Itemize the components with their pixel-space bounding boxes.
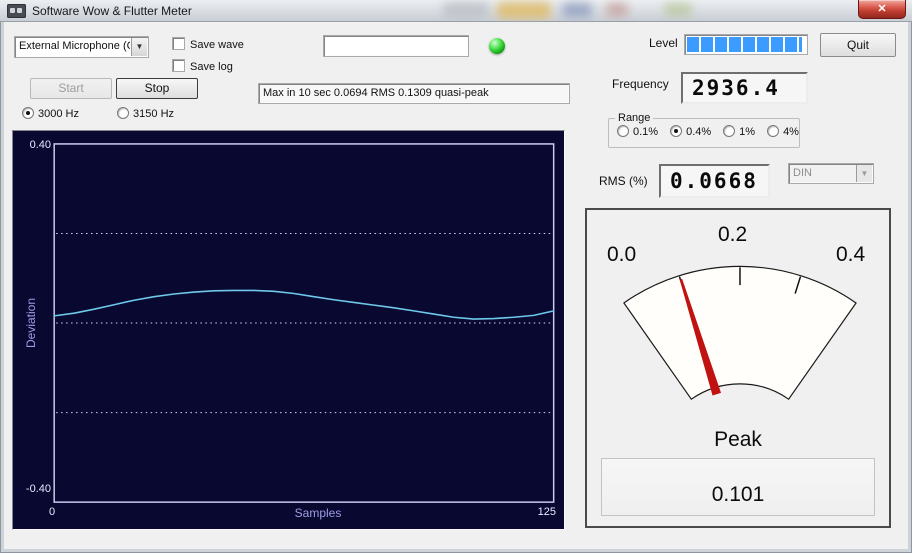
range-1-label: 1%: [739, 126, 756, 138]
rms-label: RMS (%): [599, 174, 648, 188]
radio-dot[interactable]: [117, 107, 130, 119]
meter-scale-max: 0.4: [836, 243, 866, 266]
range-0.1-label: 0.1%: [633, 126, 659, 138]
meter-scale-mid: 0.2: [718, 223, 748, 246]
radio-dot[interactable]: [670, 125, 683, 137]
level-label: Level: [649, 36, 678, 50]
range-4-label: 4%: [783, 126, 799, 138]
x-axis-max-tick: 125: [537, 506, 556, 518]
radio-dot[interactable]: [767, 125, 780, 137]
save-wave-checkbox[interactable]: Save wave: [172, 37, 244, 51]
chevron-down-icon[interactable]: ▼: [131, 38, 147, 56]
weighting-value: DIN: [793, 167, 812, 179]
x-axis-label: Samples: [294, 506, 342, 520]
radio-range-0.1[interactable]: 0.1%: [617, 125, 658, 138]
titlebar-glass-blur: [606, 3, 628, 16]
titlebar-glass-blur: [443, 2, 489, 18]
title-bar[interactable]: Software Wow & Flutter Meter ✕: [0, 0, 912, 22]
checkbox-box[interactable]: [172, 59, 185, 72]
save-log-checkbox[interactable]: Save log: [172, 59, 233, 73]
range-group: Range 0.1% 0.4% 1% 4%: [608, 112, 800, 148]
frequency-label: Frequency: [612, 77, 669, 91]
filename-input[interactable]: [323, 35, 469, 57]
input-device-select[interactable]: External Microphone (C ▼: [14, 36, 149, 58]
save-log-label: Save log: [190, 61, 233, 73]
titlebar-glass-blur: [562, 3, 592, 17]
range-0.4-label: 0.4%: [686, 126, 712, 138]
start-button[interactable]: Start: [30, 78, 112, 99]
weighting-select[interactable]: DIN ▼: [788, 163, 874, 184]
radio-3150hz-label: 3150 Hz: [133, 108, 175, 120]
close-button[interactable]: ✕: [858, 0, 906, 19]
checkbox-box[interactable]: [172, 37, 185, 50]
frequency-display: 2936.4: [681, 72, 808, 104]
chevron-down-icon: ▼: [856, 165, 872, 182]
stop-button[interactable]: Stop: [116, 78, 198, 99]
app-window: Software Wow & Flutter Meter ✕ External …: [0, 0, 912, 553]
deviation-plot: [53, 143, 555, 503]
analog-meter-panel: 0.0 0.2 0.4 Peak 0.101: [585, 208, 891, 528]
save-wave-label: Save wave: [190, 39, 244, 51]
signal-led-icon: [489, 38, 505, 54]
peak-label: Peak: [714, 428, 762, 451]
test-frequency-radios: 3000 Hz 3150 Hz: [22, 104, 209, 122]
radio-dot[interactable]: [723, 125, 736, 137]
input-device-value: External Microphone (C: [19, 40, 130, 52]
radio-range-4[interactable]: 4%: [767, 125, 799, 138]
radio-3000hz-label: 3000 Hz: [38, 108, 79, 120]
rms-display: 0.0668: [659, 164, 770, 198]
radio-range-0.4[interactable]: 0.4%: [670, 125, 711, 138]
peak-readout-box: 0.101: [601, 458, 875, 516]
radio-range-1[interactable]: 1%: [723, 125, 755, 138]
titlebar-glass-blur: [664, 3, 692, 16]
radio-3000hz[interactable]: 3000 Hz: [22, 107, 82, 120]
radio-dot[interactable]: [22, 107, 34, 119]
y-axis-label: Deviation: [24, 297, 38, 348]
level-meter: [684, 34, 808, 55]
y-axis-min-tick: -0.40: [25, 483, 51, 495]
meter-scale-min: 0.0: [607, 243, 637, 266]
x-axis-min-tick: 0: [49, 506, 56, 518]
deviation-chart: 0.40 -0.40 Deviation 0 Samples 125: [12, 130, 565, 530]
quit-button[interactable]: Quit: [820, 33, 896, 57]
radio-dot[interactable]: [617, 125, 629, 137]
app-icon: [7, 4, 26, 18]
peak-value: 0.101: [711, 483, 765, 506]
radio-3150hz[interactable]: 3150 Hz: [117, 107, 175, 120]
titlebar-glass-blur: [497, 2, 551, 19]
status-readout: Max in 10 sec 0.0694 RMS 0.1309 quasi-pe…: [258, 83, 570, 104]
range-group-label: Range: [618, 112, 651, 124]
y-axis-max-tick: 0.40: [29, 139, 51, 151]
window-title: Software Wow & Flutter Meter: [32, 4, 192, 18]
